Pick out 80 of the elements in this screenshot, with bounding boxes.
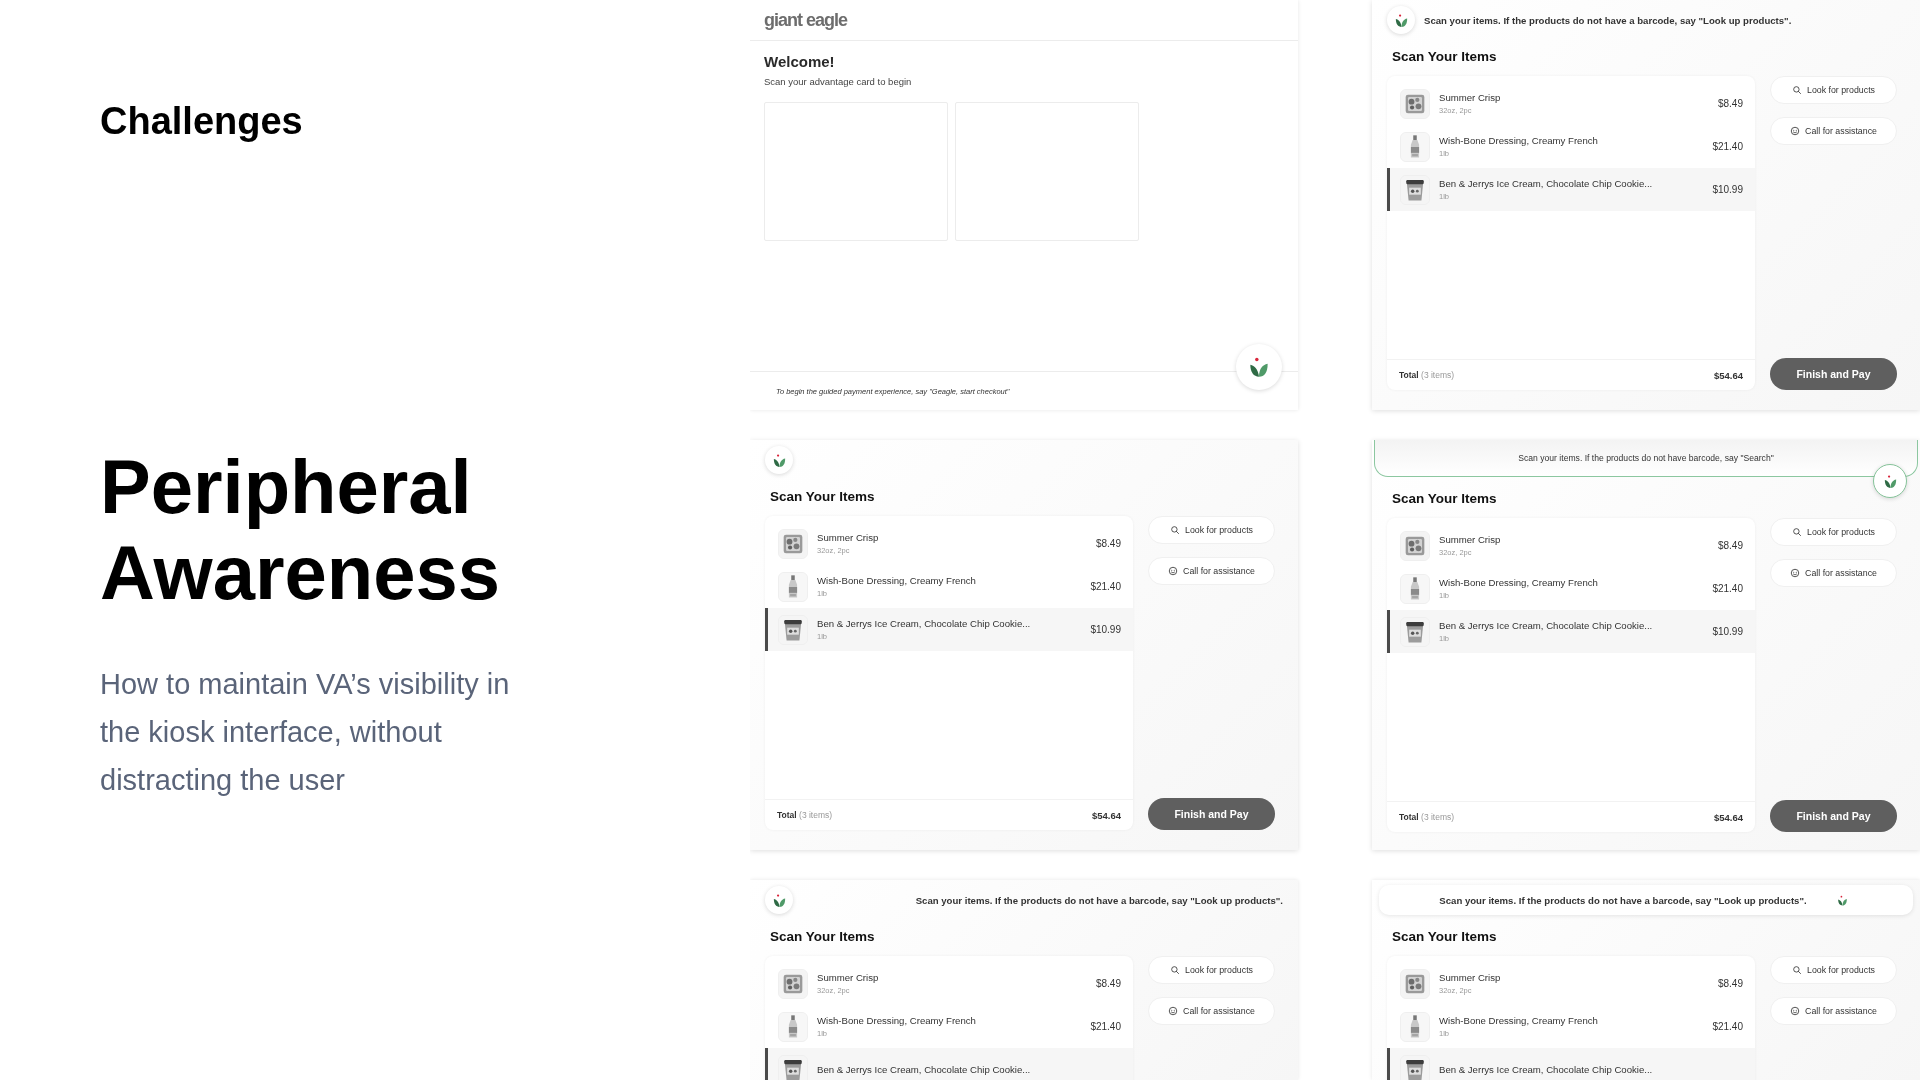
item-name: Summer Crisp	[817, 972, 880, 983]
search-icon	[1170, 965, 1180, 975]
smiley-icon	[1168, 1006, 1179, 1016]
search-button[interactable]: Look for products	[1148, 956, 1275, 984]
total-amount: $54.64	[1713, 811, 1743, 823]
finish-button[interactable]: Finish and Pay	[1770, 358, 1897, 390]
assistance-button[interactable]: Call for assistance	[1148, 557, 1275, 585]
item-price: $21.40	[1712, 1021, 1743, 1032]
assistance-button[interactable]: Call for assistance	[1770, 559, 1897, 587]
assistant-message: Scan your items. If the products do not have a barcode, say "Look up products".	[915, 894, 1283, 906]
total-amount: $54.64	[1091, 809, 1121, 821]
cart-item[interactable]: Ben & Jerrys Ice Cream, Chocolate Chip Cookie...	[1387, 1048, 1755, 1080]
assistant-badge[interactable]	[765, 886, 793, 914]
assistant-badge[interactable]	[1873, 464, 1907, 498]
finish-button[interactable]: Finish and Pay	[1148, 798, 1275, 830]
sprout-icon	[1836, 893, 1850, 907]
item-name: Ben & Jerrys Ice Cream, Chocolate Chip Cookie...	[817, 618, 1032, 629]
assistant-message: Scan your items. If the products do not have barcode, say "Search"	[1518, 453, 1774, 463]
assistant-message: Scan your items. If the products do not have a barcode, say "Look up products".	[1424, 14, 1792, 26]
item-price: $8.49	[1095, 978, 1121, 989]
item-price: $21.40	[1090, 581, 1121, 592]
item-price: $8.49	[1717, 98, 1743, 109]
search-icon	[1170, 525, 1180, 535]
item-name: Ben & Jerrys Ice Cream, Chocolate Chip Cookie...	[1439, 1064, 1654, 1075]
item-name: Ben & Jerrys Ice Cream, Chocolate Chip Cookie...	[1439, 620, 1654, 631]
item-name: Summer Crisp	[1439, 972, 1502, 983]
assistant-badge[interactable]	[765, 446, 793, 474]
item-name: Wish-Bone Dressing, Creamy French	[1439, 577, 1599, 588]
assistance-button[interactable]: Call for assistance	[1770, 117, 1897, 145]
welcome-subtitle: Scan your advantage card to begin	[764, 76, 913, 87]
item-name: Ben & Jerrys Ice Cream, Chocolate Chip Cookie...	[1439, 178, 1654, 189]
welcome-heading: Welcome!	[764, 53, 836, 70]
item-price: $8.49	[1095, 538, 1121, 549]
smiley-icon	[1790, 126, 1801, 136]
section-title: Scan Your Items	[1392, 928, 1498, 946]
total-label: Total (3 items)	[1399, 812, 1455, 822]
item-name: Wish-Bone Dressing, Creamy French	[1439, 1015, 1599, 1026]
assistant-badge[interactable]	[1387, 6, 1415, 34]
smiley-icon	[1168, 566, 1179, 576]
smiley-icon	[1790, 568, 1801, 578]
section-title: Scan Your Items	[770, 488, 876, 506]
assistance-button[interactable]: Call for assistance	[1148, 997, 1275, 1025]
description: How to maintain VA’s visibility in the kiosk interface, without distracting the user	[100, 667, 510, 798]
search-button[interactable]: Look for products	[1770, 956, 1897, 984]
total-amount: $54.64	[1713, 369, 1743, 381]
page-title: Peripheral Awareness	[100, 444, 501, 616]
item-price: $21.40	[1712, 141, 1743, 152]
item-price: $8.49	[1717, 540, 1743, 551]
section-title: Scan Your Items	[1392, 48, 1498, 66]
assistance-button[interactable]: Call for assistance	[1770, 997, 1897, 1025]
item-price: $10.99	[1712, 184, 1743, 195]
brand-logo: giant eagle	[764, 9, 848, 31]
section-title: Scan Your Items	[770, 928, 876, 946]
total-label: Total (3 items)	[1399, 370, 1455, 380]
smiley-icon	[1790, 1006, 1801, 1016]
search-icon	[1792, 965, 1802, 975]
item-name: Ben & Jerrys Ice Cream, Chocolate Chip Cookie...	[817, 1064, 1032, 1075]
search-icon	[1792, 527, 1802, 537]
total-label: Total (3 items)	[777, 810, 833, 820]
item-name: Summer Crisp	[1439, 534, 1502, 545]
item-price: $21.40	[1712, 583, 1743, 594]
item-price: $10.99	[1712, 626, 1743, 637]
item-price: $10.99	[1090, 624, 1121, 635]
assistant-message: Scan your items. If the products do not have a barcode, say "Look up products".	[1439, 894, 1807, 906]
item-name: Wish-Bone Dressing, Creamy French	[817, 1015, 977, 1026]
search-button[interactable]: Look for products	[1770, 518, 1897, 546]
section-label: Challenges	[100, 99, 304, 144]
assistant-badge[interactable]	[1236, 344, 1282, 390]
item-price: $8.49	[1717, 978, 1743, 989]
search-button[interactable]: Look for products	[1770, 76, 1897, 104]
cart-item[interactable]: Ben & Jerrys Ice Cream, Chocolate Chip Cookie...	[765, 1048, 1133, 1080]
item-name: Summer Crisp	[1439, 92, 1502, 103]
search-button[interactable]: Look for products	[1148, 516, 1275, 544]
search-icon	[1792, 85, 1802, 95]
item-name: Summer Crisp	[817, 532, 880, 543]
item-name: Wish-Bone Dressing, Creamy French	[817, 575, 977, 586]
finish-button[interactable]: Finish and Pay	[1770, 800, 1897, 832]
item-name: Wish-Bone Dressing, Creamy French	[1439, 135, 1599, 146]
item-price: $21.40	[1090, 1021, 1121, 1032]
section-title: Scan Your Items	[1392, 490, 1498, 508]
